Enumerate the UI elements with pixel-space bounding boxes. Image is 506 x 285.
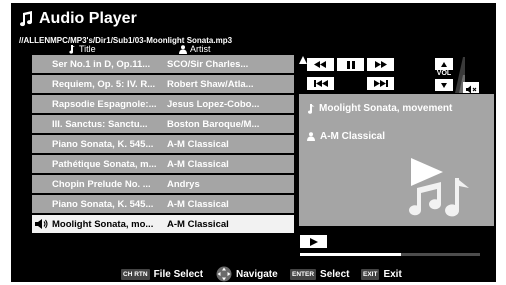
select-label: Select xyxy=(320,268,350,280)
play-icon xyxy=(309,237,318,246)
now-playing-title-row: Moolight Sonata, movement xyxy=(307,103,452,114)
track-artist: Andrys xyxy=(167,179,200,190)
track-title: Requiem, Op. 5: IV. R... xyxy=(52,79,156,90)
track-title: Ser No.1 in D, Op.11... xyxy=(52,59,151,70)
volume-down-icon xyxy=(441,82,447,88)
column-header-title: Title xyxy=(68,44,96,54)
footer-navigate: Navigate xyxy=(216,266,278,282)
track-row[interactable]: Rapsodie Espagnole:... Jesus Lopez-Cobo..… xyxy=(32,95,294,113)
music-note-icon xyxy=(69,44,75,54)
navigate-label: Navigate xyxy=(236,268,278,280)
track-artist: SCO/Sir Charles... xyxy=(167,59,249,70)
track-row[interactable]: Piano Sonata, K. 545... A-M Classical xyxy=(32,135,294,153)
dpad-icon xyxy=(216,266,232,282)
pause-icon xyxy=(346,60,355,69)
track-artist: Boston Baroque/M... xyxy=(167,119,260,130)
track-row[interactable]: Requiem, Op. 5: IV. R... Robert Shaw/Atla… xyxy=(32,75,294,93)
pause-button[interactable] xyxy=(337,58,364,71)
music-art-icon xyxy=(409,158,469,217)
play-button[interactable] xyxy=(300,235,327,248)
music-note-icon xyxy=(20,11,33,27)
track-row[interactable]: III. Sanctus: Sanctu... Boston Baroque/M.… xyxy=(32,115,294,133)
now-playing-title: Moolight Sonata, movement xyxy=(319,103,453,114)
volume-up-button[interactable] xyxy=(435,58,453,70)
column-header-artist-label: Artist xyxy=(190,44,211,54)
music-note-icon xyxy=(308,103,315,114)
fast-forward-icon xyxy=(375,61,387,68)
skip-previous-icon xyxy=(313,80,328,87)
track-title: Chopin Prelude No. ... xyxy=(52,179,151,190)
now-playing-panel: Moolight Sonata, movement A-M Classical xyxy=(299,94,494,226)
track-row[interactable]: Ser No.1 in D, Op.11... SCO/Sir Charles..… xyxy=(32,55,294,73)
track-row[interactable]: Piano Sonata, K. 545... A-M Classical xyxy=(32,195,294,213)
track-row[interactable]: Chopin Prelude No. ... Andrys xyxy=(32,175,294,193)
track-artist: A-M Classical xyxy=(167,139,229,150)
track-row-selected[interactable]: Moolight Sonata, mo... A-M Classical xyxy=(32,215,294,233)
person-icon xyxy=(179,44,187,54)
audio-player-window: Audio Player //ALLENMPC/MP3's/Dir1/Sub1/… xyxy=(11,3,496,282)
volume-down-button[interactable] xyxy=(435,79,453,91)
fast-forward-button[interactable] xyxy=(367,58,394,71)
app-header: Audio Player xyxy=(19,7,137,31)
column-header-title-label: Title xyxy=(79,44,96,54)
mute-button[interactable] xyxy=(463,82,479,94)
playback-progress-fill xyxy=(300,253,401,256)
track-title: Moolight Sonata, mo... xyxy=(52,219,154,230)
footer-exit: EXIT Exit xyxy=(361,267,402,281)
track-artist: A-M Classical xyxy=(167,199,229,210)
enter-key: ENTER xyxy=(290,268,317,280)
next-track-button[interactable] xyxy=(367,77,394,90)
track-artist: Robert Shaw/Atla... xyxy=(167,79,254,90)
file-select-label: File Select xyxy=(153,268,204,280)
track-row[interactable]: Pathétique Sonata, m... A-M Classical xyxy=(32,155,294,173)
app-title: Audio Player xyxy=(39,10,137,27)
person-icon xyxy=(307,132,315,141)
volume-label: VOL xyxy=(436,70,452,77)
track-title: Piano Sonata, K. 545... xyxy=(52,139,154,150)
track-artist: A-M Classical xyxy=(167,219,229,230)
ch-rtn-key: CH RTN xyxy=(121,268,150,280)
now-playing-artist-row: A-M Classical xyxy=(307,131,385,142)
rewind-icon xyxy=(314,61,326,68)
scroll-up-icon[interactable] xyxy=(299,56,307,64)
column-header-artist: Artist xyxy=(179,44,211,54)
track-artist: Jesus Lopez-Cobo... xyxy=(167,99,260,110)
skip-next-icon xyxy=(373,80,388,87)
speaker-icon xyxy=(35,219,48,229)
track-title: III. Sanctus: Sanctu... xyxy=(52,119,148,130)
footer-select: ENTER Select xyxy=(290,267,350,281)
track-title: Pathétique Sonata, m... xyxy=(52,159,157,170)
previous-track-button[interactable] xyxy=(307,77,334,90)
exit-label: Exit xyxy=(383,268,402,280)
tv-screen: Audio Player //ALLENMPC/MP3's/Dir1/Sub1/… xyxy=(0,0,506,285)
file-path: //ALLENMPC/MP3's/Dir1/Sub1/03-Moonlight … xyxy=(19,36,233,45)
now-playing-artist: A-M Classical xyxy=(320,131,386,142)
footer-file-select: CH RTN File Select xyxy=(121,267,203,281)
rewind-button[interactable] xyxy=(307,58,334,71)
track-title: Piano Sonata, K. 545... xyxy=(52,199,154,210)
volume-up-icon xyxy=(441,61,447,67)
track-artist: A-M Classical xyxy=(167,159,229,170)
volume-control: VOL xyxy=(435,58,453,92)
playback-progress-bar[interactable] xyxy=(300,253,480,256)
track-title: Rapsodie Espagnole:... xyxy=(52,99,157,110)
exit-key: EXIT xyxy=(361,268,380,280)
